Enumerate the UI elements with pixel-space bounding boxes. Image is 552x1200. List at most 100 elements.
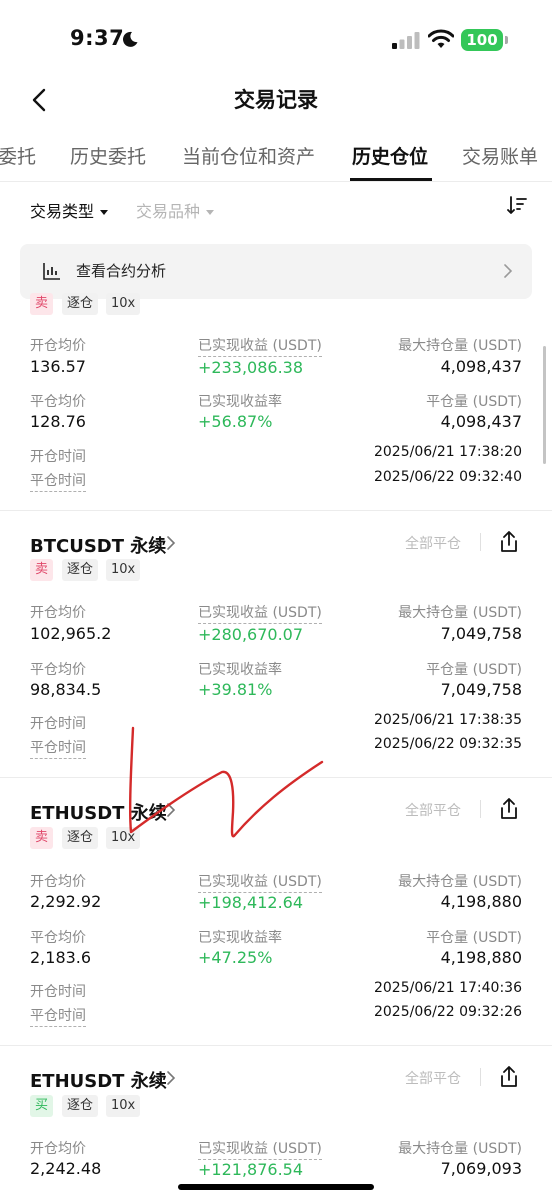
tabs-divider	[0, 181, 552, 182]
margin-mode-badge: 逐仓	[62, 293, 99, 315]
open-time-value: 2025/06/21 17:38:20	[373, 444, 522, 460]
close-amount-label: 平仓量 (USDT)	[426, 662, 522, 678]
close-amount-value: 4,098,437	[440, 412, 522, 431]
open-time-label: 开仓时间	[30, 984, 86, 1000]
tab-trade-bills[interactable]: 交易账单	[462, 142, 538, 169]
close-amount-label: 平仓量 (USDT)	[426, 930, 522, 946]
close-time-label[interactable]: 平仓时间	[30, 737, 86, 759]
close-all-button[interactable]: 全部平仓	[405, 800, 461, 820]
close-avg-value: 2,183.6	[30, 948, 92, 967]
close-all-button[interactable]: 全部平仓	[405, 533, 461, 553]
close-time-value: 2025/06/22 09:32:35	[373, 736, 522, 752]
open-avg-label: 开仓均价	[30, 874, 86, 890]
trade-type-filter[interactable]: 交易类型	[30, 198, 109, 222]
separator	[480, 533, 481, 551]
realized-pnl-value: +280,670.07	[198, 625, 304, 644]
symbol-name[interactable]: ETHUSDT 永续	[30, 1067, 167, 1093]
open-avg-value: 2,242.48	[30, 1159, 102, 1178]
page-title: 交易记录	[234, 88, 318, 112]
margin-mode-badge: 逐仓	[62, 1095, 99, 1117]
realized-pnl-value: +233,086.38	[198, 358, 304, 377]
max-position-value: 7,069,093	[440, 1159, 522, 1178]
open-avg-label: 开仓均价	[30, 605, 86, 621]
trade-instrument-filter[interactable]: 交易品种	[136, 198, 215, 222]
share-icon[interactable]	[498, 530, 520, 554]
close-amount-value: 7,049,758	[440, 680, 522, 699]
symbol-name[interactable]: BTCUSDT 永续	[30, 532, 166, 558]
margin-mode-badge: 逐仓	[62, 827, 99, 849]
max-position-value: 4,098,437	[440, 357, 522, 376]
close-avg-label: 平仓均价	[30, 930, 86, 946]
close-avg-label: 平仓均价	[30, 662, 86, 678]
trade-type-label: 交易类型	[30, 202, 95, 221]
wifi-icon	[428, 29, 454, 48]
close-avg-label: 平仓均价	[30, 394, 86, 410]
cellular-signal-icon	[392, 32, 420, 49]
max-position-value: 4,198,880	[440, 892, 522, 911]
open-time-label: 开仓时间	[30, 449, 86, 465]
side-badge: 买	[30, 1095, 54, 1117]
open-avg-value: 2,292.92	[30, 892, 102, 911]
symbol-name[interactable]: ETHUSDT 永续	[30, 799, 167, 825]
close-avg-value: 98,834.5	[30, 680, 102, 699]
realized-pnl-value: +121,876.54	[198, 1160, 304, 1179]
card-divider	[0, 777, 552, 778]
close-time-value: 2025/06/22 09:32:40	[373, 469, 522, 485]
open-time-value: 2025/06/21 17:38:35	[373, 712, 522, 728]
close-time-value: 2025/06/22 09:32:26	[373, 1004, 522, 1020]
side-badge: 卖	[30, 827, 54, 849]
tab-history-positions[interactable]: 历史仓位	[352, 142, 428, 169]
leverage-badge: 10x	[106, 293, 141, 315]
caret-down-icon	[100, 210, 109, 215]
close-avg-value: 128.76	[30, 412, 86, 431]
realized-rate-value: +56.87%	[198, 412, 273, 431]
realized-pnl-label[interactable]: 已实现收益 (USDT)	[198, 335, 322, 357]
contract-analysis-banner[interactable]: 查看合约分析	[20, 244, 532, 299]
status-time: 9:37	[70, 26, 125, 50]
share-icon[interactable]	[498, 797, 520, 821]
close-time-label[interactable]: 平仓时间	[30, 1005, 86, 1027]
tab-orders[interactable]: 委托	[0, 142, 36, 169]
caret-down-icon	[206, 210, 215, 215]
realized-rate-value: +39.81%	[198, 680, 273, 699]
scrollbar[interactable]	[543, 346, 546, 464]
max-position-label: 最大持仓量 (USDT)	[398, 874, 522, 890]
close-time-label[interactable]: 平仓时间	[30, 470, 86, 492]
sort-icon[interactable]	[506, 194, 528, 216]
realized-rate-label: 已实现收益率	[198, 930, 282, 946]
side-badge: 卖	[30, 293, 54, 315]
tab-history-orders[interactable]: 历史委托	[70, 142, 146, 169]
realized-rate-label: 已实现收益率	[198, 662, 282, 678]
leverage-badge: 10x	[106, 827, 141, 849]
share-icon[interactable]	[498, 1065, 520, 1089]
realized-rate-label: 已实现收益率	[198, 394, 282, 410]
trade-instrument-label: 交易品种	[136, 202, 201, 221]
realized-pnl-label[interactable]: 已实现收益 (USDT)	[198, 1138, 322, 1160]
max-position-label: 最大持仓量 (USDT)	[398, 338, 522, 354]
realized-pnl-label[interactable]: 已实现收益 (USDT)	[198, 602, 322, 624]
side-badge: 卖	[30, 559, 54, 581]
battery-tip	[505, 36, 508, 44]
home-indicator	[178, 1184, 374, 1190]
bar-chart-icon	[43, 263, 60, 280]
chevron-right-icon[interactable]	[166, 1070, 176, 1086]
close-amount-label: 平仓量 (USDT)	[426, 394, 522, 410]
realized-rate-value: +47.25%	[198, 948, 273, 967]
separator	[480, 800, 481, 818]
battery-level: 100	[466, 31, 498, 49]
close-all-button[interactable]: 全部平仓	[405, 1068, 461, 1088]
open-avg-value: 136.57	[30, 357, 86, 376]
realized-pnl-label[interactable]: 已实现收益 (USDT)	[198, 871, 322, 893]
tab-positions-assets[interactable]: 当前仓位和资产	[182, 142, 315, 169]
battery-indicator: 100	[461, 29, 503, 51]
separator	[480, 1068, 481, 1086]
open-avg-label: 开仓均价	[30, 1141, 86, 1157]
chevron-right-icon[interactable]	[166, 802, 176, 818]
moon-icon	[122, 31, 138, 47]
card-divider	[0, 510, 552, 511]
open-avg-label: 开仓均价	[30, 338, 86, 354]
chevron-right-icon[interactable]	[166, 535, 176, 551]
max-position-value: 7,049,758	[440, 624, 522, 643]
open-time-value: 2025/06/21 17:40:36	[373, 980, 522, 996]
leverage-badge: 10x	[106, 1095, 141, 1117]
